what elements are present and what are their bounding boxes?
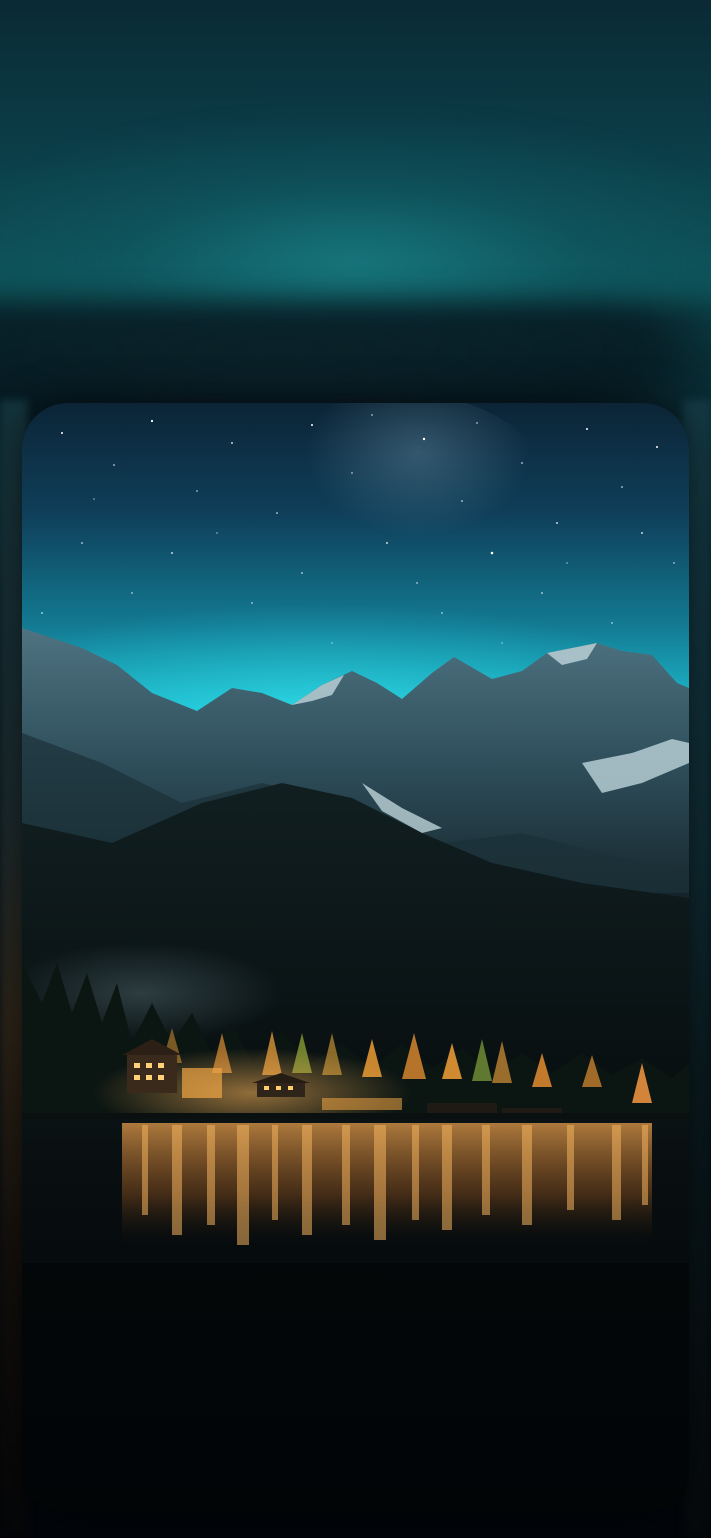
wallpaper-image bbox=[22, 403, 689, 1511]
shoreline bbox=[22, 1113, 689, 1119]
water-reflections bbox=[122, 1123, 652, 1245]
milky-way bbox=[242, 403, 562, 633]
wallpaper-card[interactable] bbox=[22, 403, 689, 1511]
wallpaper-preview-screen bbox=[0, 0, 711, 1538]
lake-shadow bbox=[22, 1263, 689, 1511]
